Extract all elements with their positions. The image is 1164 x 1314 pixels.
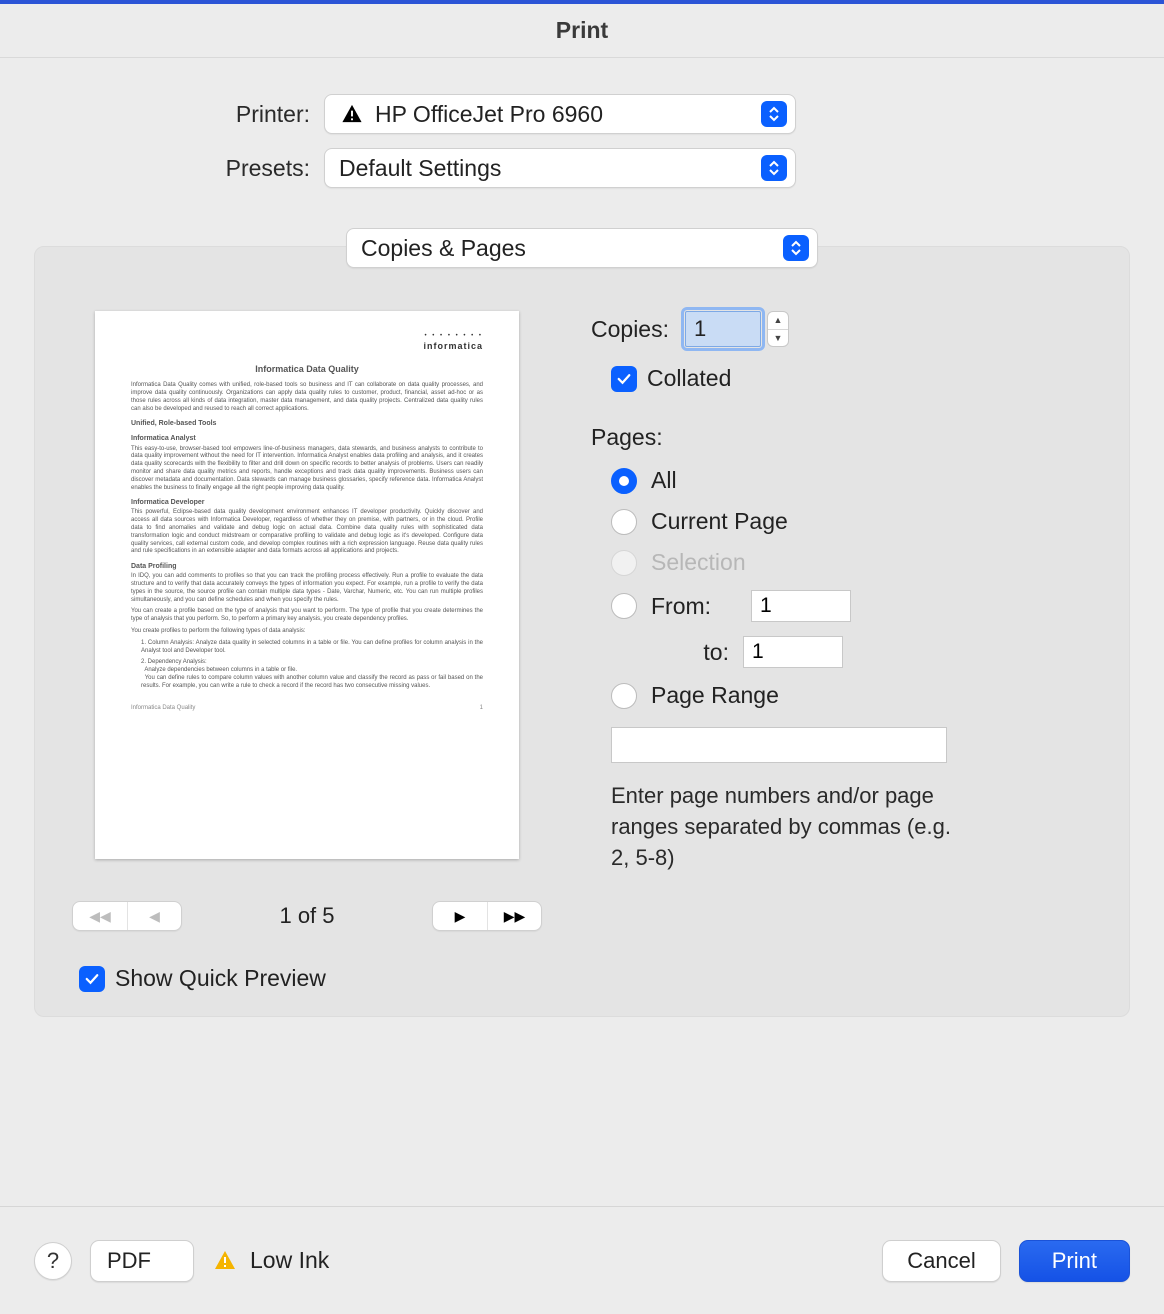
warning-icon xyxy=(339,103,365,126)
pages-current-label: Current Page xyxy=(651,508,788,535)
pages-selection-label: Selection xyxy=(651,549,746,576)
first-page-button[interactable]: ◀◀ xyxy=(73,902,127,930)
section-select[interactable]: Copies & Pages xyxy=(346,228,818,268)
low-ink-label: Low Ink xyxy=(250,1247,329,1274)
print-button[interactable]: Print xyxy=(1019,1240,1130,1282)
collated-label: Collated xyxy=(647,365,731,392)
pages-heading: Pages: xyxy=(591,424,1085,451)
chevron-up-down-icon xyxy=(761,101,787,127)
help-button[interactable]: ? xyxy=(34,1242,72,1280)
copies-stepper[interactable]: ▲ ▼ xyxy=(767,311,789,347)
printer-value: HP OfficeJet Pro 6960 xyxy=(375,101,603,128)
copies-input[interactable] xyxy=(685,311,761,347)
pages-all-radio[interactable] xyxy=(611,468,637,494)
pages-to-input[interactable] xyxy=(743,636,843,668)
presets-value: Default Settings xyxy=(339,155,501,182)
low-ink-warning-icon xyxy=(212,1249,238,1273)
presets-label: Presets: xyxy=(34,155,324,182)
last-page-button[interactable]: ▶▶ xyxy=(487,902,541,930)
prev-page-group[interactable]: ◀◀ ◀ xyxy=(72,901,182,931)
options-panel: • • • • • • • •informatica Informatica D… xyxy=(34,246,1130,1017)
presets-select[interactable]: Default Settings xyxy=(324,148,796,188)
show-quick-preview-label: Show Quick Preview xyxy=(115,965,326,992)
pages-range-label: Page Range xyxy=(651,682,779,709)
page-range-hint: Enter page numbers and/or page ranges se… xyxy=(591,781,951,873)
stepper-down-icon[interactable]: ▼ xyxy=(768,329,788,347)
copies-label: Copies: xyxy=(591,316,685,343)
section-value: Copies & Pages xyxy=(361,235,526,262)
chevron-up-down-icon xyxy=(783,235,809,261)
cancel-button[interactable]: Cancel xyxy=(882,1240,1000,1282)
pages-selection-radio xyxy=(611,550,637,576)
printer-select[interactable]: HP OfficeJet Pro 6960 xyxy=(324,94,796,134)
pages-from-label: From: xyxy=(651,593,737,620)
pdf-menu-button[interactable]: PDF xyxy=(90,1240,194,1282)
chevron-down-icon xyxy=(161,1249,185,1273)
collated-checkbox[interactable] xyxy=(611,366,637,392)
pages-range-radio[interactable] xyxy=(611,683,637,709)
printer-label: Printer: xyxy=(34,101,324,128)
page-range-input[interactable] xyxy=(611,727,947,763)
dialog-title: Print xyxy=(0,0,1164,58)
pages-from-radio[interactable] xyxy=(611,593,637,619)
prev-page-button[interactable]: ◀ xyxy=(127,902,181,930)
page-preview: • • • • • • • •informatica Informatica D… xyxy=(95,311,519,859)
show-quick-preview-checkbox[interactable] xyxy=(79,966,105,992)
pages-current-radio[interactable] xyxy=(611,509,637,535)
pdf-label: PDF xyxy=(107,1248,151,1274)
pages-from-input[interactable] xyxy=(751,590,851,622)
stepper-up-icon[interactable]: ▲ xyxy=(768,312,788,329)
chevron-up-down-icon xyxy=(761,155,787,181)
pages-to-label: to: xyxy=(667,639,729,666)
pages-all-label: All xyxy=(651,467,677,494)
next-page-group[interactable]: ▶ ▶▶ xyxy=(432,901,542,931)
page-indicator: 1 of 5 xyxy=(279,903,334,929)
next-page-button[interactable]: ▶ xyxy=(433,902,487,930)
